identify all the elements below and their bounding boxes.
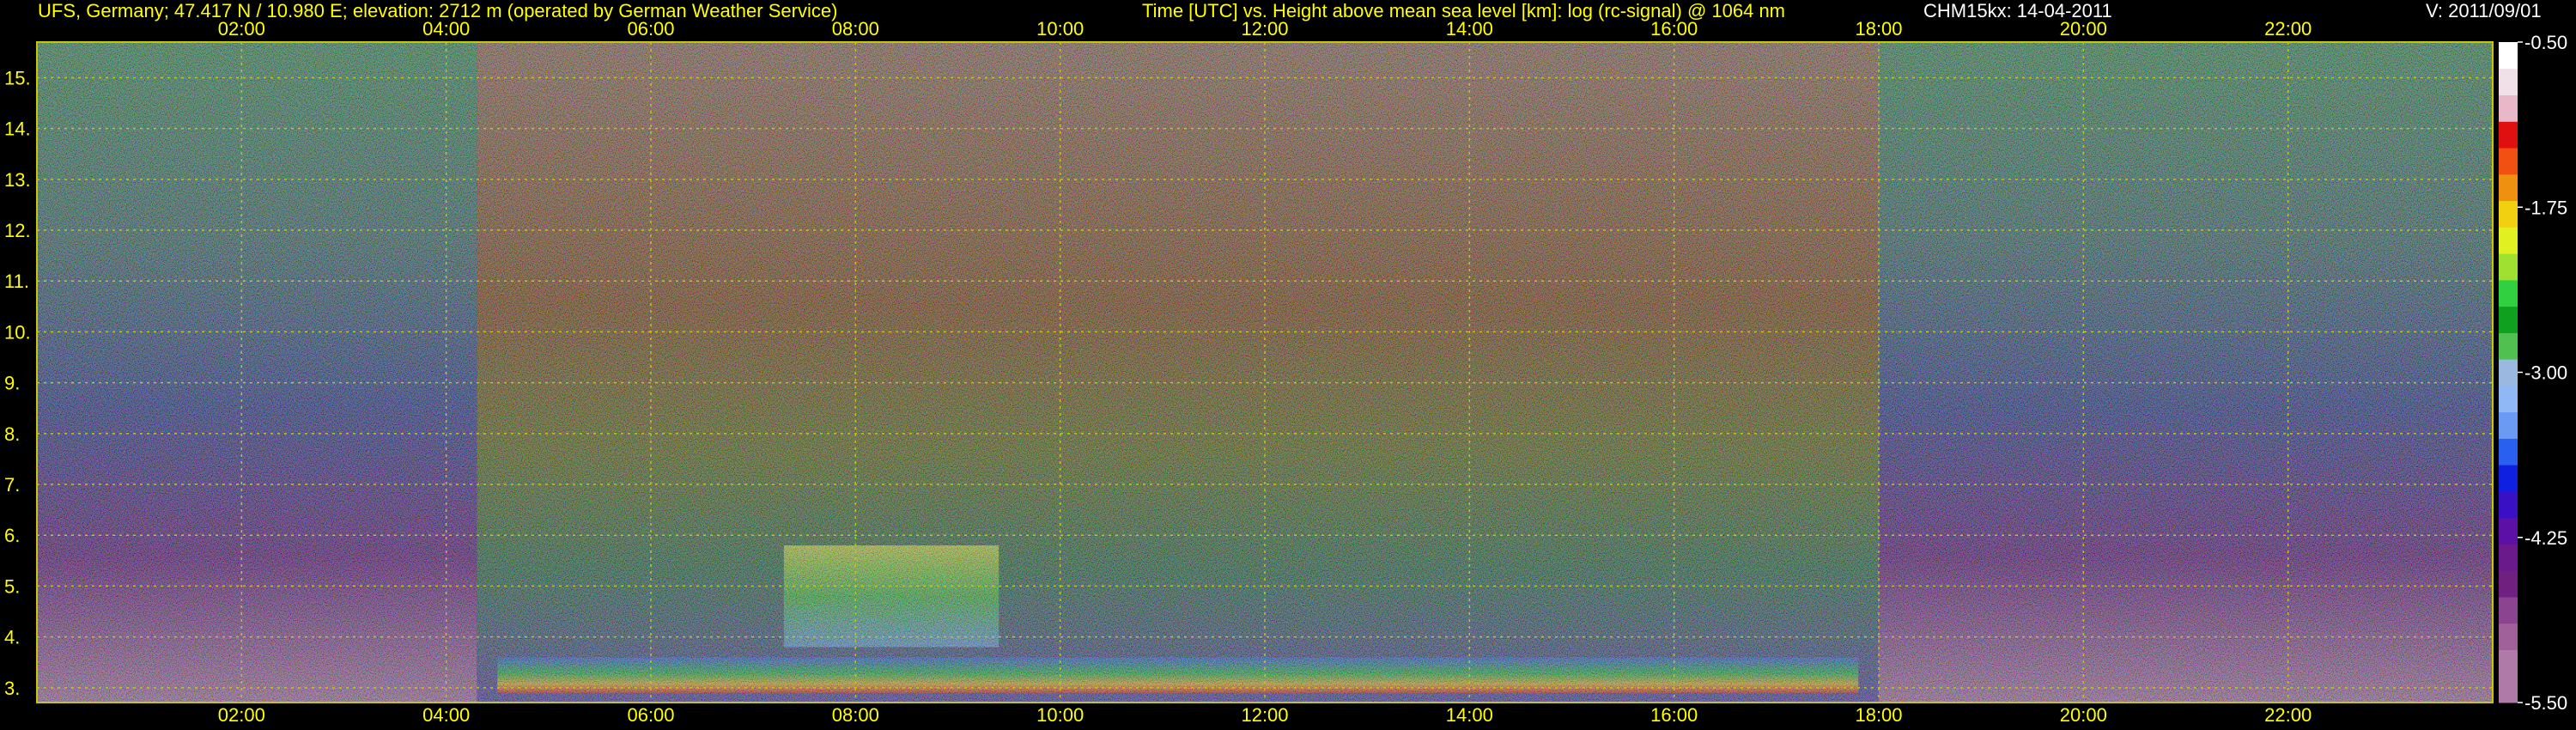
colorbar-tick-labels: -0.50 -1.75 -3.00 -4.25 -5.50 [2518,32,2567,714]
top-time-tick-label: 04:00 [422,18,470,40]
colorbar-tick-label: -5.50 [2524,692,2567,714]
height-tick-label: 13. [4,169,31,191]
colorbar-swatch [2499,438,2518,465]
colorbar-swatch [2499,676,2518,703]
height-tick-label: 10. [4,321,31,343]
bottom-time-tick-label: 20:00 [2060,704,2107,726]
bottom-time-tick-label: 22:00 [2264,704,2312,726]
height-tick-label: 3. [4,678,20,699]
colorbar-swatch [2499,306,2518,333]
colorbar-swatch [2499,490,2518,519]
height-tick-label: 14. [4,119,31,140]
colorbar-swatch [2499,517,2518,544]
colorbar-swatch [2499,570,2518,598]
top-time-tick-label: 10:00 [1036,18,1084,40]
bottom-time-tick-label: 06:00 [627,704,674,726]
top-time-tick-label: 12:00 [1241,18,1288,40]
colorbar-swatch [2499,279,2518,307]
signal-colorbar: -0.50 -1.75 -3.00 -4.25 -5.50 [2499,32,2567,714]
backscatter-heatmap: 02:00 02:00 04:00 04:00 06:00 06:00 08:00 08:00… [4,18,2494,726]
colorbar-swatch [2499,227,2518,254]
height-tick-label: 11. [4,271,29,292]
height-tick-label: 7. [4,474,20,496]
colorbar-swatch [2499,623,2518,650]
top-time-tick-label: 22:00 [2264,18,2312,40]
ceilometer-plot-area: 02:00 02:00 04:00 04:00 06:00 06:00 08:00 08:00… [4,18,2494,726]
bottom-time-tick-label: 08:00 [832,704,879,726]
top-time-tick-label: 08:00 [832,18,879,40]
colorbar-tick-label: -0.50 [2524,32,2567,53]
colorbar-swatch [2499,596,2518,624]
colorbar-swatch [2499,68,2518,96]
colorbar-tick-label: -1.75 [2524,197,2567,218]
top-time-tick-label: 20:00 [2060,18,2107,40]
bottom-time-tick-label: 10:00 [1036,704,1084,726]
bottom-time-tick-label: 16:00 [1650,704,1698,726]
top-time-tick-label: 06:00 [627,18,674,40]
bottom-time-tick-label: 18:00 [1855,704,1902,726]
colorbar-swatch [2499,544,2518,571]
colorbar-swatch [2499,465,2518,492]
height-tick-label: 8. [4,423,20,445]
top-time-tick-label: 14:00 [1446,18,1493,40]
colorbar-swatch [2499,148,2518,175]
bottom-time-tick-label: 02:00 [218,704,265,726]
colorbar-swatch [2499,411,2518,439]
colorbar-swatch [2499,121,2518,149]
colorbar-swatch [2499,253,2518,281]
height-tick-label: 6. [4,525,20,546]
colorbar-swatch [2499,385,2518,413]
colorbar-swatch [2499,200,2518,228]
top-time-tick-label: 18:00 [1855,18,1902,40]
height-tick-label: 5. [4,575,20,597]
colorbar-swatch [2499,173,2518,202]
height-tick-label: 15. [4,67,31,88]
height-tick-label: 12. [4,220,31,241]
top-time-tick-label: 02:00 [218,18,265,40]
height-axis-labels: 3. 4. 5. 6. 7. 8. 9. 10. 11. 12. 13. 14. 15. [4,67,31,698]
colorbar-swatch [2499,359,2518,386]
height-tick-label: 4. [4,627,20,648]
bottom-time-tick-label: 12:00 [1241,704,1288,726]
bottom-time-tick-label: 14:00 [1446,704,1493,726]
colorbar-swatch [2499,649,2518,677]
top-time-tick-label: 16:00 [1650,18,1698,40]
colorbar-swatch [2499,332,2518,360]
colorbar-swatch [2499,42,2518,70]
colorbar-tick-label: -3.00 [2524,362,2567,384]
colorbar-tick-label: -4.25 [2524,527,2567,549]
height-tick-label: 9. [4,373,20,394]
bottom-time-tick-label: 04:00 [422,704,470,726]
colorbar-swatch [2499,94,2518,122]
colorbar-swatches [2499,42,2518,703]
